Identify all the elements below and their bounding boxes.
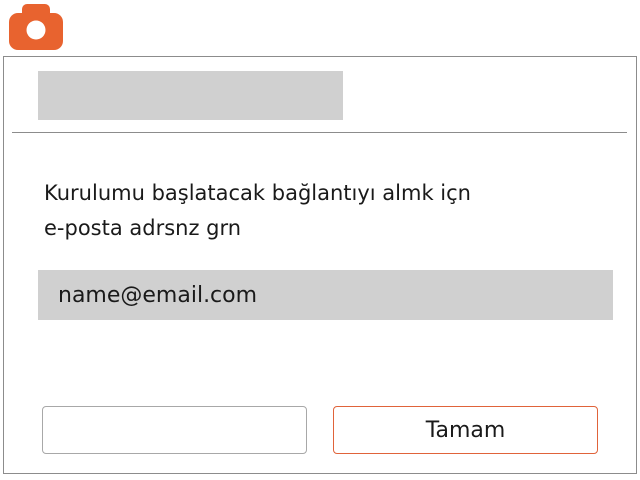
page: Kurulumu başlatacak bağlantıyı almk içn …	[0, 0, 640, 480]
prompt-line-2: e-posta adrsnz grn	[44, 216, 242, 240]
ok-button[interactable]: Tamam	[333, 406, 598, 454]
secondary-button[interactable]	[42, 406, 307, 454]
prompt-text: Kurulumu başlatacak bağlantıyı almk içn …	[44, 176, 604, 246]
email-field[interactable]	[38, 270, 613, 320]
camera-icon	[9, 4, 63, 50]
divider	[12, 132, 627, 133]
email-dialog: Kurulumu başlatacak bağlantıyı almk içn …	[3, 56, 637, 474]
dialog-title	[38, 71, 343, 120]
prompt-line-1: Kurulumu başlatacak bağlantıyı almk içn	[44, 181, 471, 205]
